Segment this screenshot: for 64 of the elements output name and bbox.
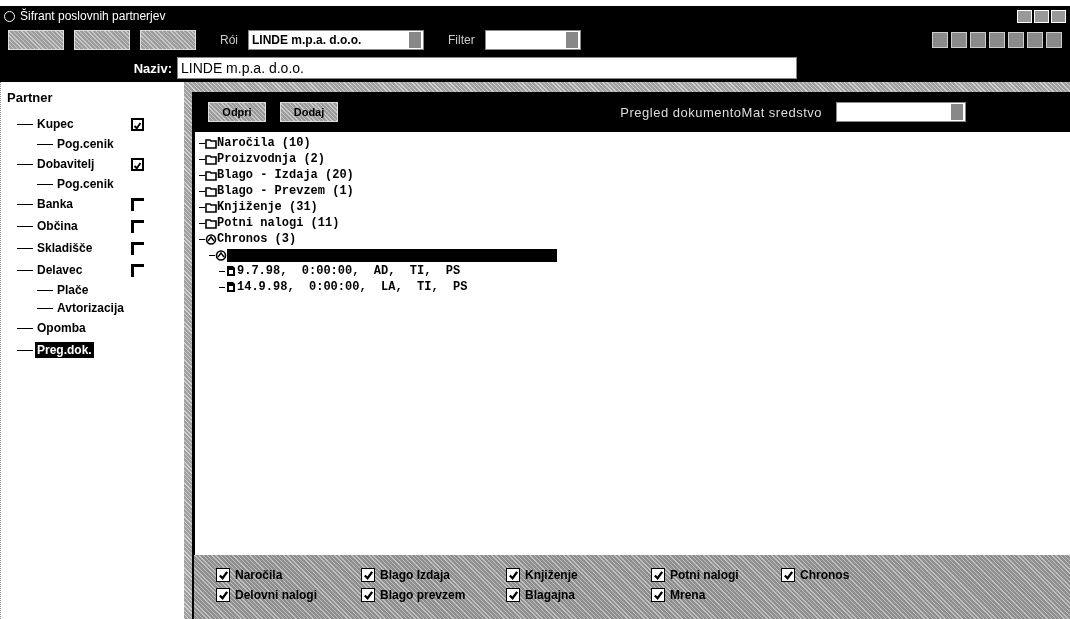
sidebar-item[interactable]: Skladišče — [35, 240, 119, 256]
tree-item[interactable] — [227, 248, 557, 262]
checkbox[interactable] — [506, 568, 520, 582]
checkbox-label: Mrena — [670, 588, 706, 602]
sidebar-item[interactable]: Dobavitelj — [35, 156, 119, 172]
tree-item[interactable]: Proizvodnja (2) — [217, 152, 326, 166]
panel-button[interactable]: Odpri — [208, 102, 266, 122]
sidebar-item[interactable]: Kupec — [35, 116, 119, 132]
checkbox[interactable] — [131, 241, 144, 255]
checkbox-label: Chronos — [800, 568, 850, 582]
tree-item[interactable]: Potni nalogi (11) — [217, 216, 340, 230]
sidebar-item[interactable]: Preg.dok. — [35, 342, 94, 358]
checkbox[interactable] — [361, 568, 375, 582]
mat-combo[interactable] — [836, 102, 966, 122]
sidebar-title: Partner — [7, 90, 54, 105]
tree-item[interactable]: Naročila (10) — [217, 136, 311, 150]
minimize-button[interactable] — [1017, 9, 1032, 23]
close-button[interactable] — [1051, 9, 1066, 23]
tree-item[interactable]: Blago - Izdaja (20) — [217, 168, 354, 182]
checkbox[interactable] — [781, 568, 795, 582]
checkbox[interactable] — [131, 263, 144, 277]
checkbox[interactable] — [651, 588, 665, 602]
window-title: Šifrant poslovnih partnerjev — [20, 9, 167, 23]
checkbox-label: Delovni nalogi — [235, 588, 317, 602]
checkbox-label: Knjiženje — [525, 568, 578, 582]
sidebar-item[interactable]: Pog.cenik — [55, 176, 116, 192]
checkbox-label: Blagajna — [525, 588, 575, 602]
name-field[interactable]: LINDE m.p.a. d.o.o. — [177, 57, 797, 79]
panel-button[interactable]: Dodaj — [280, 102, 338, 122]
tree-item[interactable]: Blago - Prevzem (1) — [217, 184, 354, 198]
checkbox[interactable] — [361, 588, 375, 602]
sidebar-item[interactable]: Avtorizacija — [55, 300, 126, 316]
sidebar-item[interactable]: Občina — [35, 218, 119, 234]
mat-label: Mat sredstvo — [741, 104, 822, 120]
checkbox[interactable] — [216, 588, 230, 602]
sidebar-item[interactable]: Delavec — [35, 262, 119, 278]
combo-label: Rói — [220, 33, 238, 47]
document-icon — [225, 281, 237, 293]
checkbox-label: Naročila — [235, 568, 283, 582]
panel-title: Pregled dokumento — [620, 104, 742, 120]
tree-item[interactable]: Knjiženje (31) — [217, 200, 318, 214]
checkbox[interactable] — [131, 117, 144, 131]
filter-label: Filter — [448, 33, 475, 47]
sidebar-item[interactable]: Pog.cenik — [55, 136, 116, 152]
checkbox-label: Blago prevzem — [380, 588, 466, 602]
sidebar-item[interactable]: Plače — [55, 282, 91, 298]
checkbox-label: Potni nalogi — [670, 568, 739, 582]
tree-item[interactable]: 9.7.98, 0:00:00, AD, TI, PS — [237, 264, 461, 278]
document-icon — [225, 265, 237, 277]
checkbox[interactable] — [131, 197, 144, 211]
checkbox-label: Blago Izdaja — [380, 568, 450, 582]
checkbox[interactable] — [651, 568, 665, 582]
sidebar-item[interactable]: Opomba — [35, 320, 119, 336]
filter-combo[interactable] — [484, 30, 581, 50]
tree-item[interactable]: 14.9.98, 0:00:00, LA, TI, PS — [237, 280, 468, 294]
checkbox[interactable] — [131, 219, 144, 233]
maximize-button[interactable] — [1034, 9, 1049, 23]
partner-combo[interactable]: LINDE m.p.a. d.o.o. — [248, 30, 424, 50]
checkbox[interactable] — [216, 568, 230, 582]
sidebar-item[interactable]: Banka — [35, 196, 119, 212]
checkbox[interactable] — [506, 588, 520, 602]
tree-item[interactable]: Chronos (3) — [217, 232, 297, 246]
name-label: Naziv: — [132, 60, 173, 76]
checkbox[interactable] — [131, 157, 144, 171]
